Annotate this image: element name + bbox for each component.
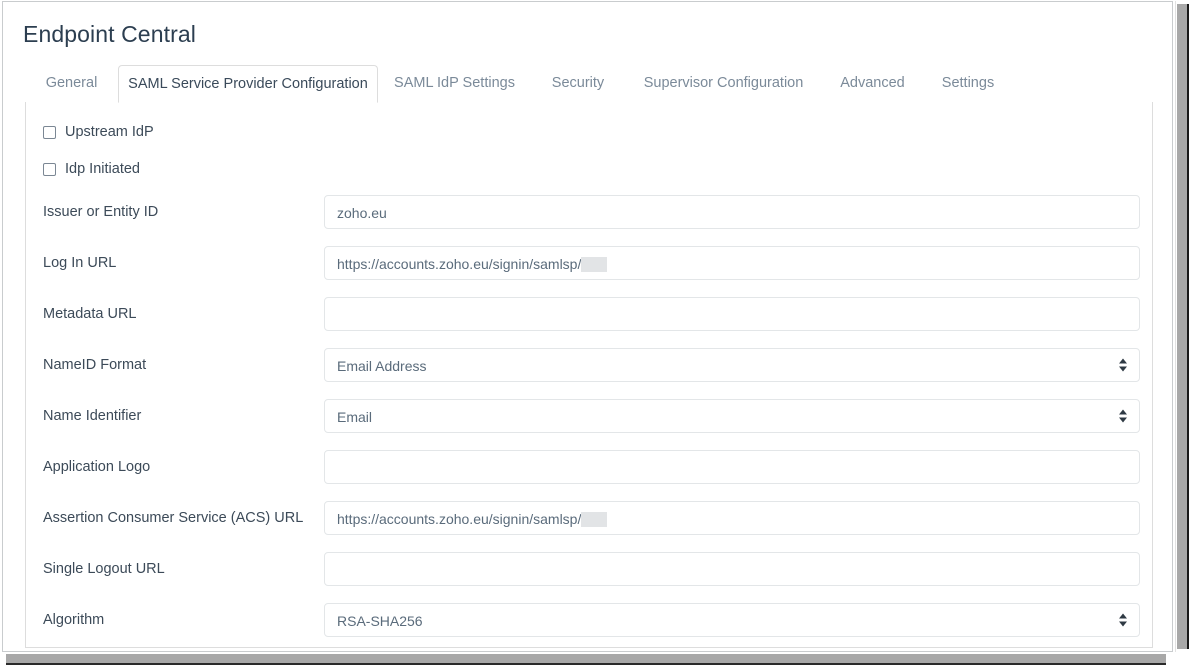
- select-nameid-format[interactable]: Email Address: [324, 348, 1140, 382]
- checkbox-row-idp-initiated[interactable]: Idp Initiated: [43, 159, 140, 179]
- field-row-log-in-url: Log In URL https://accounts.zoho.eu/signi…: [26, 246, 1152, 280]
- vertical-scrollbar-thumb[interactable]: [1177, 4, 1189, 649]
- field-label-assertion-consumer-service-acs-url: Assertion Consumer Service (ACS) URL: [43, 510, 304, 526]
- tab-label: General: [45, 75, 98, 91]
- tab-label: Security: [551, 75, 605, 91]
- field-row-metadata-url: Metadata URL: [26, 297, 1152, 331]
- window-content-area: Endpoint Central General SAML Service Pro…: [2, 1, 1173, 652]
- field-label-log-in-url: Log In URL: [43, 255, 117, 271]
- select-name-identifier[interactable]: Email: [324, 399, 1140, 433]
- redaction-block: [581, 257, 608, 272]
- field-label-single-logout-url: Single Logout URL: [43, 561, 165, 577]
- checkbox-label: Upstream IdP: [65, 124, 154, 140]
- application-window: Endpoint Central General SAML Service Pro…: [0, 0, 1191, 666]
- select-updown-arrow-icon: [1119, 358, 1128, 373]
- tab-settings[interactable]: Settings: [923, 65, 1013, 103]
- vertical-scrollbar[interactable]: [1175, 1, 1190, 652]
- checkbox-row-upstream-idp[interactable]: Upstream IdP: [43, 122, 154, 142]
- field-label-issuer-or-entity-id: Issuer or Entity ID: [43, 204, 159, 220]
- select-algorithm[interactable]: RSA-SHA256: [324, 603, 1140, 637]
- field-label-nameid-format: NameID Format: [43, 357, 147, 373]
- field-value-assertion-consumer-service-acs-url: https://accounts.zoho.eu/signin/samlsp/: [337, 502, 608, 536]
- tab-security[interactable]: Security: [531, 65, 625, 103]
- field-label-application-logo: Application Logo: [43, 459, 151, 475]
- field-value-name-identifier: Email: [337, 409, 373, 425]
- redaction-block: [581, 512, 608, 527]
- field-label-name-identifier: Name Identifier: [43, 408, 142, 424]
- field-value-log-in-url: https://accounts.zoho.eu/signin/samlsp/: [337, 247, 608, 281]
- tab-advanced[interactable]: Advanced: [822, 65, 923, 103]
- checkbox-label: Idp Initiated: [65, 161, 140, 177]
- field-row-single-logout-url: Single Logout URL: [26, 552, 1152, 586]
- field-row-algorithm: Algorithm RSA-SHA256: [26, 603, 1152, 637]
- tab-content-panel: Upstream IdP Idp Initiated Issuer or Entit…: [25, 102, 1153, 648]
- tab-bar: General SAML Service Provider Configurati…: [25, 65, 1153, 103]
- tab-label: Supervisor Configuration: [643, 75, 804, 91]
- input-metadata-url[interactable]: [324, 297, 1140, 331]
- tab-general[interactable]: General: [25, 65, 118, 103]
- select-updown-arrow-icon: [1119, 613, 1128, 628]
- tab-label: SAML Service Provider Configuration: [128, 76, 368, 92]
- input-log-in-url[interactable]: https://accounts.zoho.eu/signin/samlsp/: [324, 246, 1140, 280]
- input-assertion-consumer-service-acs-url[interactable]: https://accounts.zoho.eu/signin/samlsp/: [324, 501, 1140, 535]
- field-row-name-identifier: Name Identifier Email: [26, 399, 1152, 433]
- field-row-assertion-consumer-service-acs-url: Assertion Consumer Service (ACS) URL http…: [26, 501, 1152, 535]
- field-row-nameid-format: NameID Format Email Address: [26, 348, 1152, 382]
- field-label-metadata-url: Metadata URL: [43, 306, 137, 322]
- tab-label: Advanced: [840, 75, 905, 91]
- checkbox-idp-initiated[interactable]: [43, 162, 56, 176]
- tab-saml-idp-settings[interactable]: SAML IdP Settings: [378, 65, 531, 103]
- input-single-logout-url[interactable]: [324, 552, 1140, 586]
- horizontal-scrollbar-thumb[interactable]: [6, 654, 1166, 665]
- tab-supervisor-configuration[interactable]: Supervisor Configuration: [625, 65, 822, 103]
- field-value-nameid-format: Email Address: [337, 358, 427, 374]
- tab-label: SAML IdP Settings: [394, 75, 515, 91]
- tab-saml-service-provider-configuration[interactable]: SAML Service Provider Configuration: [118, 65, 378, 103]
- field-value-text: https://accounts.zoho.eu/signin/samlsp/: [337, 256, 582, 272]
- horizontal-scrollbar[interactable]: [0, 653, 1191, 666]
- field-label-algorithm: Algorithm: [43, 612, 105, 628]
- input-application-logo[interactable]: [324, 450, 1140, 484]
- field-value-algorithm: RSA-SHA256: [337, 613, 423, 629]
- checkbox-upstream-idp[interactable]: [43, 125, 56, 139]
- page-title: Endpoint Central: [23, 21, 196, 47]
- input-issuer-or-entity-id[interactable]: zoho.eu: [324, 195, 1140, 229]
- select-updown-arrow-icon: [1119, 409, 1128, 424]
- field-value-text: https://accounts.zoho.eu/signin/samlsp/: [337, 511, 582, 527]
- field-row-application-logo: Application Logo: [26, 450, 1152, 484]
- field-value-issuer-or-entity-id: zoho.eu: [337, 205, 387, 221]
- field-row-issuer-or-entity-id: Issuer or Entity ID zoho.eu: [26, 195, 1152, 229]
- tab-label: Settings: [941, 75, 995, 91]
